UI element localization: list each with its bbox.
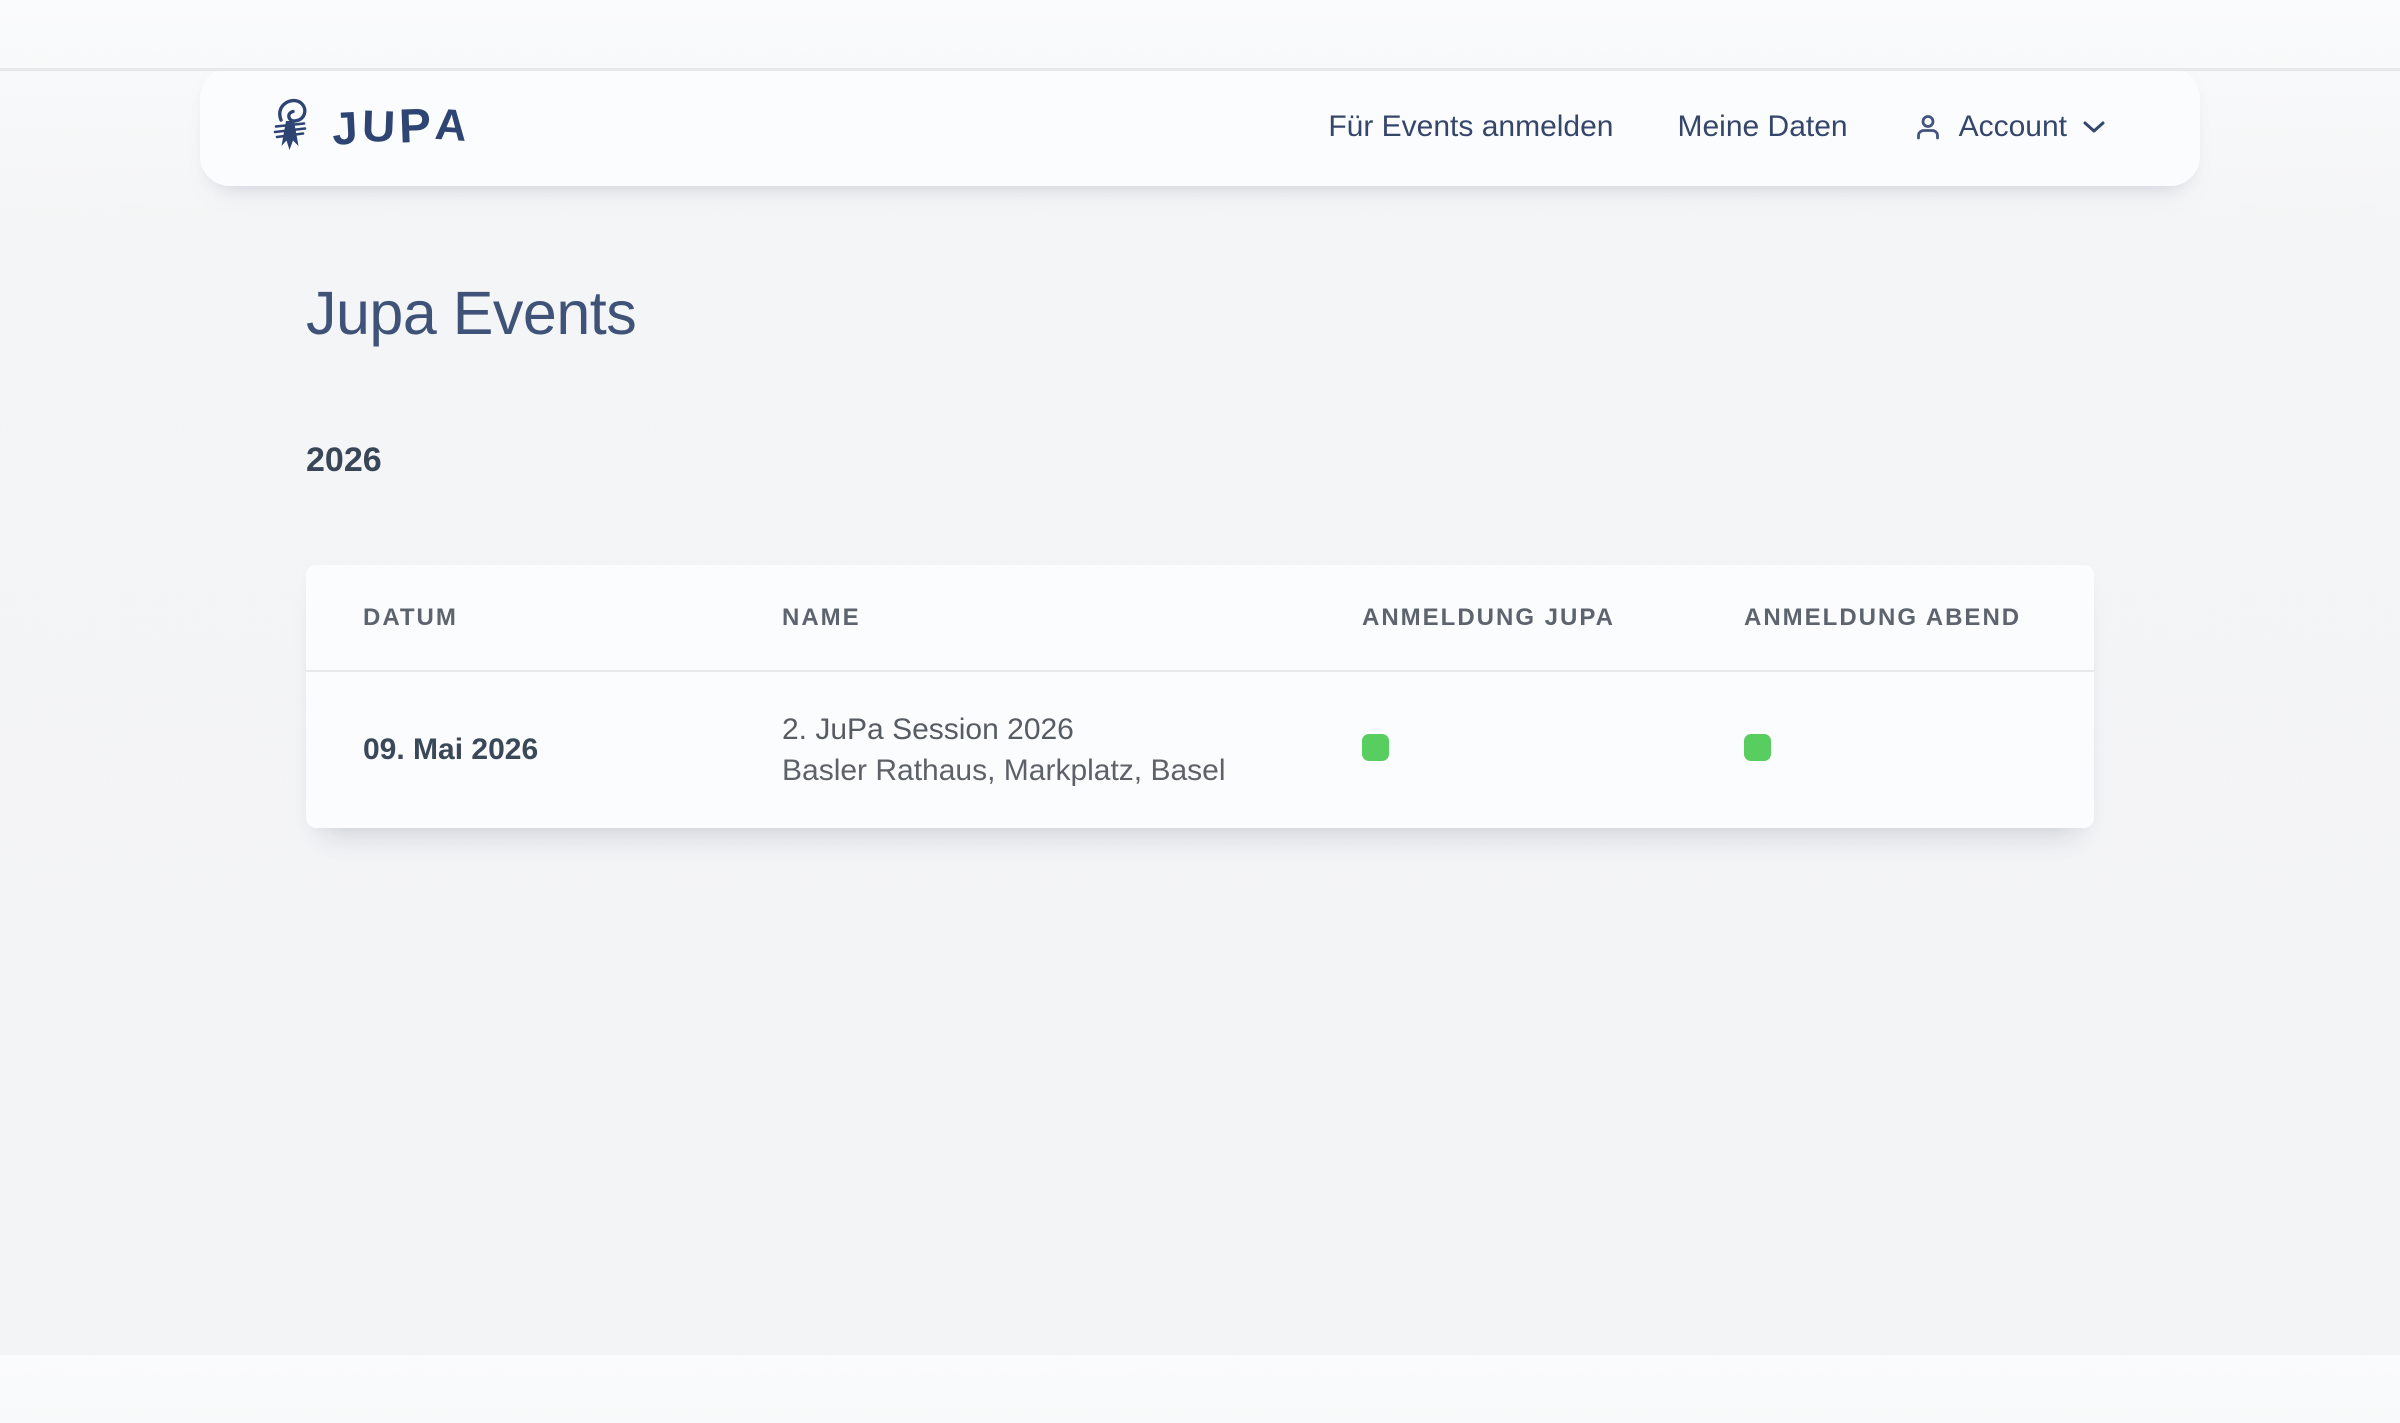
main-content: Jupa Events 2026 DATUM NAME ANMELDUNG JU… <box>0 280 2400 828</box>
column-header-name: NAME <box>782 606 1362 630</box>
events-table: DATUM NAME ANMELDUNG JUPA ANMELDUNG ABEN… <box>306 565 2094 828</box>
user-icon <box>1912 111 1944 143</box>
top-navigation-bar: JUPA Für Events anmelden Meine Daten Acc… <box>200 68 2200 186</box>
anmeldung-jupa-indicator[interactable] <box>1362 734 1389 761</box>
column-header-anmeldung-abend: ANMELDUNG ABEND <box>1744 606 2094 630</box>
anmeldung-jupa-cell <box>1362 734 1744 766</box>
event-location: Basler Rathaus, Markplatz, Basel <box>782 750 1362 791</box>
page-title: Jupa Events <box>306 280 2094 347</box>
primary-nav: Für Events anmelden Meine Daten Account <box>1328 111 2106 143</box>
column-header-datum: DATUM <box>363 606 782 630</box>
section-year-heading: 2026 <box>306 443 2094 477</box>
anmeldung-abend-indicator[interactable] <box>1744 734 1771 761</box>
chevron-down-icon <box>2082 120 2106 134</box>
nav-item-meine-daten[interactable]: Meine Daten <box>1677 112 1847 142</box>
column-header-anmeldung-jupa: ANMELDUNG JUPA <box>1362 606 1744 630</box>
event-name-cell: 2. JuPa Session 2026 Basler Rathaus, Mar… <box>782 709 1362 791</box>
anmeldung-abend-cell <box>1744 734 2094 766</box>
table-row[interactable]: 09. Mai 2026 2. JuPa Session 2026 Basler… <box>306 672 2094 828</box>
brand-logo[interactable]: JUPA <box>268 96 471 158</box>
brand-name: JUPA <box>332 103 471 151</box>
baselstab-logo-icon <box>268 96 312 158</box>
event-name: 2. JuPa Session 2026 <box>782 709 1362 750</box>
account-label: Account <box>1959 112 2067 142</box>
event-date: 09. Mai 2026 <box>363 735 782 765</box>
table-header-row: DATUM NAME ANMELDUNG JUPA ANMELDUNG ABEN… <box>306 565 2094 672</box>
nav-item-fuer-events-anmelden[interactable]: Für Events anmelden <box>1328 112 1613 142</box>
account-menu-button[interactable]: Account <box>1912 111 2106 143</box>
